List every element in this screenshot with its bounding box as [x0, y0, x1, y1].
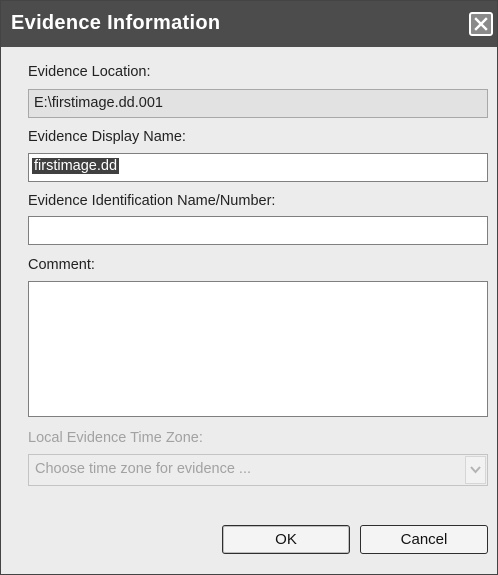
- ok-button[interactable]: OK: [222, 525, 350, 554]
- identification-input[interactable]: [28, 216, 488, 245]
- comment-textarea[interactable]: [28, 281, 488, 417]
- cancel-button[interactable]: Cancel: [360, 525, 488, 554]
- evidence-location-value: E:\firstimage.dd.001: [34, 95, 163, 111]
- display-name-label: Evidence Display Name:: [28, 129, 186, 145]
- time-zone-select[interactable]: Choose time zone for evidence ...: [28, 454, 488, 486]
- time-zone-dropdown-button[interactable]: [465, 456, 486, 484]
- time-zone-label: Local Evidence Time Zone:: [28, 430, 203, 446]
- display-name-input[interactable]: firstimage.dd: [28, 153, 488, 182]
- close-button[interactable]: [469, 12, 493, 36]
- identification-label: Evidence Identification Name/Number:: [28, 193, 276, 209]
- display-name-value: firstimage.dd: [32, 158, 120, 174]
- evidence-location-label: Evidence Location:: [28, 64, 151, 80]
- comment-label: Comment:: [28, 257, 95, 273]
- close-icon: [474, 17, 488, 31]
- title-bar[interactable]: Evidence Information: [1, 1, 497, 47]
- dialog-title: Evidence Information: [11, 12, 221, 34]
- chevron-down-icon: [470, 466, 481, 474]
- evidence-location-field: E:\firstimage.dd.001: [28, 89, 488, 118]
- evidence-information-dialog: Evidence Information Evidence Location: …: [0, 0, 498, 575]
- time-zone-placeholder: Choose time zone for evidence ...: [35, 461, 252, 477]
